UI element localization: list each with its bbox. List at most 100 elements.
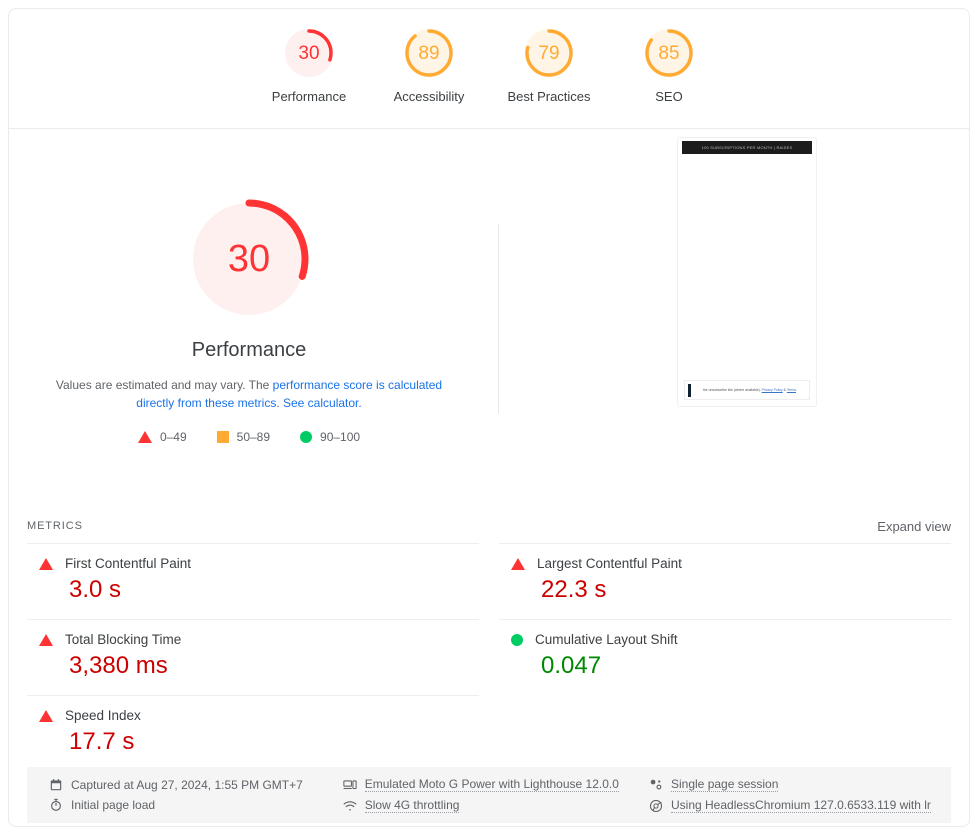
metrics-title: METRICS — [27, 520, 83, 532]
legend-range-label: 90–100 — [320, 430, 361, 444]
triangle-fail-icon — [511, 557, 525, 570]
metric-name: Total Blocking Time — [65, 632, 182, 647]
gauge-score-value: 30 — [298, 42, 320, 64]
calendar-icon — [50, 779, 62, 791]
cookie-text-3: . — [796, 387, 797, 392]
metric-value: 3,380 ms — [69, 652, 168, 679]
metadata-item[interactable]: Slow 4G throttling — [343, 798, 649, 813]
metadata-text: Emulated Moto G Power with Lighthouse 12… — [364, 777, 619, 792]
metric-name: Largest Contentful Paint — [537, 556, 682, 571]
metric-row[interactable]: Largest Contentful Paint 22.3 s — [499, 543, 951, 619]
gauge-category-label: Best Practices — [507, 89, 591, 104]
screenshot-cookie-notice: the unsubscribe link (where available). … — [684, 380, 810, 400]
metrics-column-right: Largest Contentful Paint 22.3 s Cumulative… — [499, 543, 951, 771]
metadata-column-3: Single page session Using HeadlessChromiu… — [649, 777, 931, 813]
score-gauge-accessibility[interactable]: 89 Accessibility — [369, 27, 489, 104]
legend-range-label: 50–89 — [236, 430, 271, 444]
metadata-column-2: Emulated Moto G Power with Lighthouse 12… — [343, 777, 649, 813]
gauge-ring: 85 — [643, 27, 695, 79]
report-metadata-footer: Captured at Aug 27, 2024, 1:55 PM GMT+7 I… — [27, 767, 951, 823]
metadata-text: Initial page load — [71, 798, 156, 812]
circle-pass-icon — [511, 633, 523, 646]
stopwatch-icon — [51, 798, 61, 811]
performance-gauge: 30 — [189, 199, 309, 319]
gauge-score-value: 85 — [658, 42, 680, 64]
score-gauge-performance[interactable]: 30 Performance — [249, 27, 369, 104]
cookie-text-1: the unsubscribe link (where available). — [702, 387, 762, 392]
metadata-item[interactable]: Using HeadlessChromium 127.0.6533.119 wi… — [649, 798, 931, 813]
metric-name: Cumulative Layout Shift — [535, 632, 678, 647]
metrics-column-left: First Contentful Paint 3.0 s Total Blockin… — [27, 543, 479, 771]
metric-row[interactable]: First Contentful Paint 3.0 s — [27, 543, 479, 619]
cookie-privacy-policy-link[interactable]: Privacy Policy — [762, 388, 783, 392]
metric-value: 22.3 s — [541, 576, 607, 603]
gauge-category-label: Performance — [271, 89, 347, 104]
score-gauge-seo[interactable]: 85 SEO — [609, 27, 729, 104]
metadata-item[interactable]: Single page session — [649, 777, 929, 792]
performance-gauge-value: 30 — [227, 238, 271, 280]
metric-heading: Speed Index — [27, 708, 479, 723]
metric-name: First Contentful Paint — [65, 556, 192, 571]
metadata-text: Using HeadlessChromium 127.0.6533.119 wi… — [671, 798, 931, 813]
legend-range-label: 0–49 — [159, 430, 187, 444]
cookie-accent-bar — [688, 383, 691, 397]
metadata-item: Initial page load — [49, 798, 343, 812]
gauge-score-value: 89 — [418, 42, 440, 64]
cookie-notice-text: the unsubscribe link (where available). … — [694, 388, 806, 393]
metric-heading: Total Blocking Time — [27, 632, 479, 647]
performance-summary: 30 Performance Values are estimated and … — [9, 129, 489, 509]
gauge-ring: 89 — [403, 27, 455, 79]
metric-row[interactable]: Cumulative Layout Shift 0.047 — [499, 619, 951, 695]
description-text-2: . — [276, 396, 283, 410]
performance-category-section: 30 Performance Values are estimated and … — [9, 129, 969, 509]
metadata-text: Slow 4G throttling — [364, 798, 460, 813]
expand-view-button[interactable]: Expand view — [877, 519, 951, 534]
metrics-header: METRICS Expand view — [9, 509, 969, 543]
see-calculator-link[interactable]: See calculator. — [283, 396, 362, 410]
devices-icon — [343, 779, 357, 789]
screenshot-frame: 100 SUBSCRIPTIONS PER MONTH | RAISES the… — [677, 137, 817, 407]
performance-description: Values are estimated and may vary. The p… — [49, 376, 449, 412]
score-legend: 0–49 50–89 90–100 — [137, 430, 360, 444]
gauge-ring: 30 — [283, 27, 335, 79]
gauge-ring: 79 — [523, 27, 575, 79]
metadata-text: Single page session — [671, 777, 779, 792]
screenshot-top-banner: 100 SUBSCRIPTIONS PER MONTH | RAISES — [682, 141, 812, 154]
cookie-terms-link[interactable]: Terms — [787, 388, 796, 392]
score-gauges-strip: 30 Performance 89 Accessibility 79 Best Pract… — [9, 9, 969, 129]
vertical-divider — [498, 224, 499, 414]
legend-item-circle: 90–100 — [300, 430, 360, 444]
triangle-swatch-icon — [137, 431, 152, 443]
triangle-fail-icon — [39, 557, 53, 570]
legend-item-triangle: 0–49 — [137, 430, 187, 444]
metric-heading: First Contentful Paint — [27, 556, 479, 571]
metadata-item: Captured at Aug 27, 2024, 1:55 PM GMT+7 — [49, 778, 343, 792]
performance-gauge-title: Performance — [191, 339, 307, 361]
gauge-score-value: 79 — [538, 42, 560, 64]
network-icon — [343, 800, 357, 811]
metric-value: 3.0 s — [69, 576, 122, 603]
circle-swatch-icon — [300, 431, 313, 443]
metric-row[interactable]: Speed Index 17.7 s — [27, 695, 479, 771]
metric-row[interactable]: Total Blocking Time 3,380 ms — [27, 619, 479, 695]
metric-heading: Cumulative Layout Shift — [499, 632, 951, 647]
metadata-item[interactable]: Emulated Moto G Power with Lighthouse 12… — [343, 777, 649, 792]
page-screenshot-preview: 100 SUBSCRIPTIONS PER MONTH | RAISES the… — [489, 129, 969, 509]
metadata-text: Captured at Aug 27, 2024, 1:55 PM GMT+7 — [71, 778, 303, 792]
square-swatch-icon — [216, 431, 229, 443]
triangle-fail-icon — [39, 709, 53, 722]
gauge-category-label: SEO — [655, 89, 683, 104]
single-session-icon — [650, 779, 662, 789]
metadata-column-1: Captured at Aug 27, 2024, 1:55 PM GMT+7 I… — [49, 778, 343, 812]
legend-item-square: 50–89 — [216, 430, 271, 444]
description-text-1: Values are estimated and may vary. The — [55, 378, 273, 392]
metric-name: Speed Index — [65, 708, 141, 723]
metric-heading: Largest Contentful Paint — [499, 556, 951, 571]
metrics-grid: First Contentful Paint 3.0 s Total Blockin… — [27, 543, 951, 771]
metric-value: 17.7 s — [69, 728, 135, 755]
chrome-icon — [649, 799, 663, 812]
metric-value: 0.047 — [541, 652, 602, 679]
lighthouse-report-card: 30 Performance 89 Accessibility 79 Best Pract… — [8, 8, 970, 827]
score-gauge-best-practices[interactable]: 79 Best Practices — [489, 27, 609, 104]
gauge-category-label: Accessibility — [393, 89, 465, 104]
